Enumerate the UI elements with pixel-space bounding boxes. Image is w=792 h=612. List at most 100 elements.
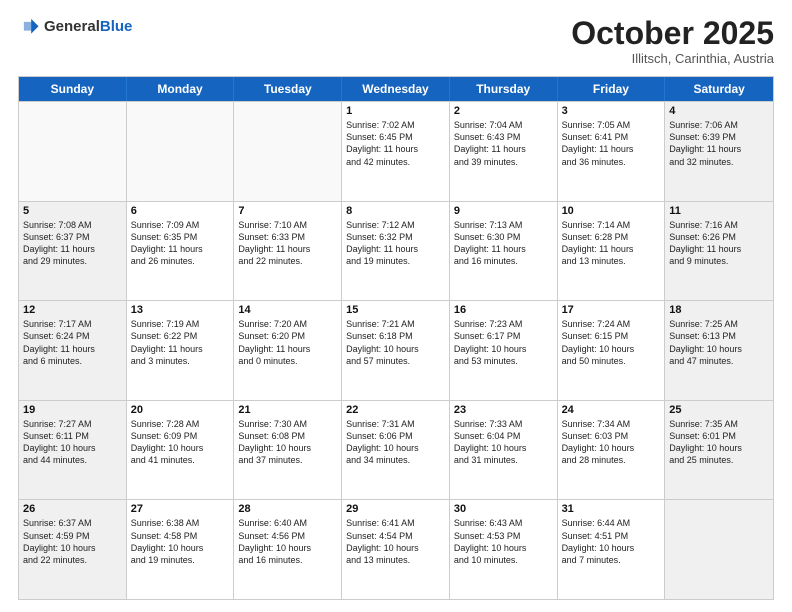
day-info: Sunrise: 7:34 AM Sunset: 6:03 PM Dayligh… xyxy=(562,418,661,467)
day-info: Sunrise: 6:41 AM Sunset: 4:54 PM Dayligh… xyxy=(346,517,445,566)
calendar-day-14: 14Sunrise: 7:20 AM Sunset: 6:20 PM Dayli… xyxy=(234,301,342,400)
month-title: October 2025 xyxy=(571,16,774,51)
day-number: 11 xyxy=(669,205,769,217)
calendar-day-23: 23 Sunrise: 7:33 AM Sunset: 6:04 PM Dayli… xyxy=(450,401,558,500)
calendar-day-19: 19 Sunrise: 7:27 AM Sunset: 6:11 PM Dayli… xyxy=(19,401,127,500)
day-info: Sunrise: 7:16 AM Sunset: 6:26 PM Dayligh… xyxy=(669,219,769,268)
calendar-day-16: 16 Sunrise: 7:23 AM Sunset: 6:17 PM Dayli… xyxy=(450,301,558,400)
header-day-wednesday: Wednesday xyxy=(342,77,450,101)
calendar-day-15: 15 Sunrise: 7:21 AM Sunset: 6:18 PM Dayli… xyxy=(342,301,450,400)
day-number: 16 xyxy=(454,304,553,316)
calendar-day-5: 5Sunrise: 7:08 AM Sunset: 6:37 PM Daylig… xyxy=(19,202,127,301)
day-info: Sunrise: 6:44 AM Sunset: 4:51 PM Dayligh… xyxy=(562,517,661,566)
day-number: 19 xyxy=(23,404,122,416)
day-number: 30 xyxy=(454,503,553,515)
day-info: Sunrise: 7:13 AM Sunset: 6:30 PM Dayligh… xyxy=(454,219,553,268)
calendar-day-20: 20Sunrise: 7:28 AM Sunset: 6:09 PM Dayli… xyxy=(127,401,235,500)
day-info: Sunrise: 7:14 AM Sunset: 6:28 PM Dayligh… xyxy=(562,219,661,268)
day-number: 9 xyxy=(454,205,553,217)
calendar-day-11: 11 Sunrise: 7:16 AM Sunset: 6:26 PM Dayli… xyxy=(665,202,773,301)
day-info: Sunrise: 7:12 AM Sunset: 6:32 PM Dayligh… xyxy=(346,219,445,268)
page: GeneralBlue October 2025 Illitsch, Carin… xyxy=(0,0,792,612)
day-number: 6 xyxy=(131,205,230,217)
calendar-day-2: 2Sunrise: 7:04 AM Sunset: 6:43 PM Daylig… xyxy=(450,102,558,201)
calendar-day-6: 6 Sunrise: 7:09 AM Sunset: 6:35 PM Daylig… xyxy=(127,202,235,301)
header-day-saturday: Saturday xyxy=(665,77,773,101)
day-number: 2 xyxy=(454,105,553,117)
day-info: Sunrise: 7:23 AM Sunset: 6:17 PM Dayligh… xyxy=(454,318,553,367)
day-number: 28 xyxy=(238,503,337,515)
calendar-week-4: 19 Sunrise: 7:27 AM Sunset: 6:11 PM Dayli… xyxy=(19,400,773,500)
title-block: October 2025 Illitsch, Carinthia, Austri… xyxy=(571,16,774,66)
day-info: Sunrise: 7:05 AM Sunset: 6:41 PM Dayligh… xyxy=(562,119,661,168)
calendar-day-13: 13Sunrise: 7:19 AM Sunset: 6:22 PM Dayli… xyxy=(127,301,235,400)
day-number: 8 xyxy=(346,205,445,217)
header-day-tuesday: Tuesday xyxy=(234,77,342,101)
calendar-day-17: 17Sunrise: 7:24 AM Sunset: 6:15 PM Dayli… xyxy=(558,301,666,400)
calendar-day-26: 26Sunrise: 6:37 AM Sunset: 4:59 PM Dayli… xyxy=(19,500,127,599)
day-info: Sunrise: 6:40 AM Sunset: 4:56 PM Dayligh… xyxy=(238,517,337,566)
calendar-day-28: 28 Sunrise: 6:40 AM Sunset: 4:56 PM Dayli… xyxy=(234,500,342,599)
day-info: Sunrise: 7:25 AM Sunset: 6:13 PM Dayligh… xyxy=(669,318,769,367)
day-info: Sunrise: 6:37 AM Sunset: 4:59 PM Dayligh… xyxy=(23,517,122,566)
day-number: 29 xyxy=(346,503,445,515)
calendar-day-1: 1Sunrise: 7:02 AM Sunset: 6:45 PM Daylig… xyxy=(342,102,450,201)
calendar-day-21: 21 Sunrise: 7:30 AM Sunset: 6:08 PM Dayli… xyxy=(234,401,342,500)
day-number: 13 xyxy=(131,304,230,316)
header-day-thursday: Thursday xyxy=(450,77,558,101)
calendar-day-27: 27 Sunrise: 6:38 AM Sunset: 4:58 PM Dayli… xyxy=(127,500,235,599)
logo-general: GeneralBlue xyxy=(44,18,132,36)
calendar-header-row: SundayMondayTuesdayWednesdayThursdayFrid… xyxy=(19,77,773,101)
day-info: Sunrise: 7:27 AM Sunset: 6:11 PM Dayligh… xyxy=(23,418,122,467)
day-number: 25 xyxy=(669,404,769,416)
calendar: SundayMondayTuesdayWednesdayThursdayFrid… xyxy=(18,76,774,600)
day-number: 21 xyxy=(238,404,337,416)
day-info: Sunrise: 7:33 AM Sunset: 6:04 PM Dayligh… xyxy=(454,418,553,467)
calendar-day-9: 9 Sunrise: 7:13 AM Sunset: 6:30 PM Daylig… xyxy=(450,202,558,301)
logo: GeneralBlue xyxy=(18,16,132,38)
calendar-day-empty xyxy=(127,102,235,201)
day-info: Sunrise: 7:30 AM Sunset: 6:08 PM Dayligh… xyxy=(238,418,337,467)
day-info: Sunrise: 7:20 AM Sunset: 6:20 PM Dayligh… xyxy=(238,318,337,367)
calendar-day-7: 7Sunrise: 7:10 AM Sunset: 6:33 PM Daylig… xyxy=(234,202,342,301)
day-info: Sunrise: 6:38 AM Sunset: 4:58 PM Dayligh… xyxy=(131,517,230,566)
day-info: Sunrise: 7:35 AM Sunset: 6:01 PM Dayligh… xyxy=(669,418,769,467)
calendar-day-29: 29 Sunrise: 6:41 AM Sunset: 4:54 PM Dayli… xyxy=(342,500,450,599)
calendar-day-empty xyxy=(234,102,342,201)
calendar-body: 1Sunrise: 7:02 AM Sunset: 6:45 PM Daylig… xyxy=(19,101,773,599)
day-number: 27 xyxy=(131,503,230,515)
calendar-week-3: 12 Sunrise: 7:17 AM Sunset: 6:24 PM Dayli… xyxy=(19,300,773,400)
calendar-day-empty xyxy=(19,102,127,201)
general-blue-icon xyxy=(18,16,40,38)
calendar-week-2: 5Sunrise: 7:08 AM Sunset: 6:37 PM Daylig… xyxy=(19,201,773,301)
day-info: Sunrise: 7:21 AM Sunset: 6:18 PM Dayligh… xyxy=(346,318,445,367)
day-info: Sunrise: 7:17 AM Sunset: 6:24 PM Dayligh… xyxy=(23,318,122,367)
header-day-monday: Monday xyxy=(127,77,235,101)
day-number: 23 xyxy=(454,404,553,416)
day-number: 31 xyxy=(562,503,661,515)
day-number: 4 xyxy=(669,105,769,117)
day-number: 24 xyxy=(562,404,661,416)
calendar-day-24: 24 Sunrise: 7:34 AM Sunset: 6:03 PM Dayli… xyxy=(558,401,666,500)
day-info: Sunrise: 7:09 AM Sunset: 6:35 PM Dayligh… xyxy=(131,219,230,268)
day-info: Sunrise: 7:24 AM Sunset: 6:15 PM Dayligh… xyxy=(562,318,661,367)
day-number: 22 xyxy=(346,404,445,416)
day-info: Sunrise: 7:06 AM Sunset: 6:39 PM Dayligh… xyxy=(669,119,769,168)
calendar-day-8: 8 Sunrise: 7:12 AM Sunset: 6:32 PM Daylig… xyxy=(342,202,450,301)
header-day-friday: Friday xyxy=(558,77,666,101)
header: GeneralBlue October 2025 Illitsch, Carin… xyxy=(18,16,774,66)
calendar-day-3: 3 Sunrise: 7:05 AM Sunset: 6:41 PM Daylig… xyxy=(558,102,666,201)
day-info: Sunrise: 7:28 AM Sunset: 6:09 PM Dayligh… xyxy=(131,418,230,467)
day-info: Sunrise: 7:08 AM Sunset: 6:37 PM Dayligh… xyxy=(23,219,122,268)
calendar-week-1: 1Sunrise: 7:02 AM Sunset: 6:45 PM Daylig… xyxy=(19,101,773,201)
day-number: 7 xyxy=(238,205,337,217)
day-number: 3 xyxy=(562,105,661,117)
day-number: 12 xyxy=(23,304,122,316)
calendar-day-empty xyxy=(665,500,773,599)
day-number: 15 xyxy=(346,304,445,316)
calendar-day-30: 30 Sunrise: 6:43 AM Sunset: 4:53 PM Dayli… xyxy=(450,500,558,599)
day-info: Sunrise: 7:31 AM Sunset: 6:06 PM Dayligh… xyxy=(346,418,445,467)
day-info: Sunrise: 7:02 AM Sunset: 6:45 PM Dayligh… xyxy=(346,119,445,168)
day-info: Sunrise: 6:43 AM Sunset: 4:53 PM Dayligh… xyxy=(454,517,553,566)
calendar-day-12: 12 Sunrise: 7:17 AM Sunset: 6:24 PM Dayli… xyxy=(19,301,127,400)
